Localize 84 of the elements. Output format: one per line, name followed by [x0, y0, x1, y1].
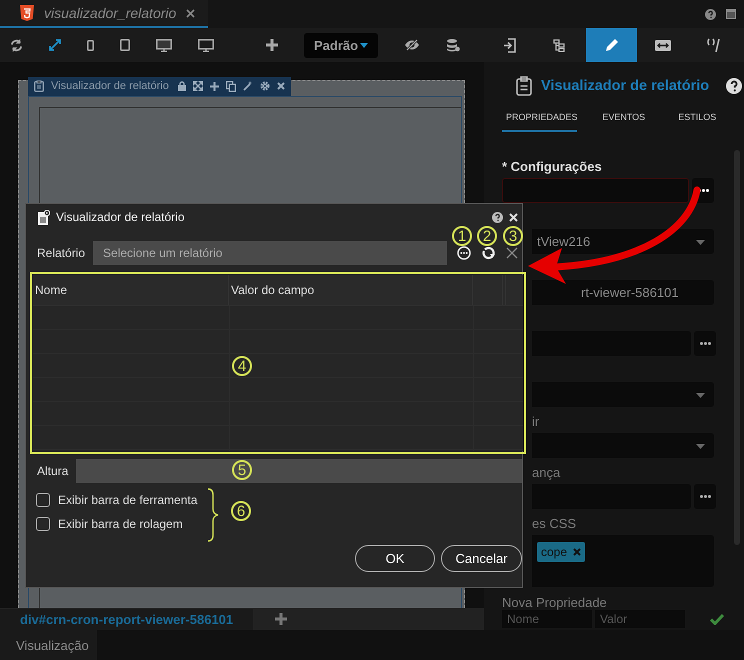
- input-field[interactable]: rt-viewer-586101: [532, 280, 714, 305]
- code-icon: [706, 38, 720, 52]
- field-label: ir: [532, 414, 540, 428]
- resize-icon: [654, 38, 672, 52]
- add-icon[interactable]: [275, 613, 288, 625]
- help-icon[interactable]: [726, 78, 742, 94]
- ok-button[interactable]: OK: [355, 545, 435, 572]
- more-icon: [700, 342, 710, 345]
- expand-icon[interactable]: [49, 39, 61, 51]
- close-icon[interactable]: [276, 82, 285, 90]
- desktop-icon[interactable]: [156, 38, 172, 52]
- caret-icon: [696, 444, 705, 449]
- close-icon[interactable]: [186, 8, 196, 18]
- pencil-icon: [604, 37, 620, 53]
- panel-title: Visualizador de relatório: [541, 78, 710, 94]
- lock-icon[interactable]: [178, 81, 186, 91]
- refresh-icon[interactable]: [10, 38, 23, 52]
- field-label: ança: [532, 464, 560, 480]
- caret-icon: [360, 42, 368, 48]
- value-field[interactable]: Valor: [595, 610, 685, 628]
- editor-tab[interactable]: visualizador_relatorio: [0, 0, 208, 28]
- report-field[interactable]: Selecione um relatório: [93, 240, 448, 264]
- report-icon: [38, 210, 50, 224]
- eye-slash-icon[interactable]: [404, 39, 420, 51]
- settings-icon[interactable]: [260, 81, 270, 91]
- view-mode-dropdown[interactable]: Padrão: [304, 32, 378, 58]
- monitor-icon[interactable]: [198, 38, 214, 52]
- edit-tab[interactable]: [586, 28, 637, 62]
- callout-number: 6: [231, 501, 251, 521]
- name-field[interactable]: Nome: [502, 610, 592, 628]
- more-button[interactable]: [694, 484, 716, 509]
- callout-number: 2: [477, 226, 497, 246]
- clear-icon[interactable]: [506, 246, 518, 258]
- select-field[interactable]: tView216: [532, 229, 714, 254]
- checkbox[interactable]: [36, 493, 50, 507]
- option-label: Exibir barra de ferramenta: [58, 493, 198, 507]
- properties-tab[interactable]: PROPRIEDADES: [502, 112, 577, 132]
- field-label: * Configurações: [502, 158, 602, 174]
- dialog-title: Visualizador de relatório: [56, 210, 185, 224]
- view-tab[interactable]: Visualização: [0, 630, 97, 660]
- cancel-button[interactable]: Cancelar: [441, 545, 522, 572]
- select-field[interactable]: [532, 433, 714, 458]
- column-header: Nome: [33, 275, 229, 305]
- properties-tab[interactable]: EVENTOS: [597, 112, 650, 132]
- clipboard-icon: [516, 76, 532, 96]
- select-field[interactable]: [532, 382, 714, 407]
- brace-annotation: [207, 488, 219, 542]
- fullscreen-icon[interactable]: [192, 81, 203, 91]
- height-label: Altura: [37, 464, 68, 478]
- help-icon[interactable]: [492, 212, 503, 222]
- more-icon: [698, 189, 708, 192]
- copy-icon[interactable]: [226, 80, 236, 92]
- checkbox[interactable]: [36, 517, 50, 531]
- add-icon[interactable]: [210, 82, 219, 90]
- properties-tab[interactable]: ESTILOS: [670, 112, 724, 132]
- add-icon[interactable]: [266, 39, 278, 51]
- breadcrumb-item[interactable]: div#crn-cron-report-viewer-586101: [0, 608, 254, 630]
- html5-icon: [20, 5, 34, 21]
- callout-number: 4: [232, 356, 252, 376]
- check-icon[interactable]: [710, 614, 724, 624]
- tablet-icon[interactable]: [120, 39, 130, 51]
- column-header: Valor do campo: [229, 275, 473, 305]
- caret-icon: [696, 240, 705, 245]
- component-title: Visualizador de relatório: [51, 80, 169, 92]
- magic-wand-icon[interactable]: [242, 81, 253, 91]
- field-label: Nova Propriedade: [502, 595, 608, 610]
- phone-icon[interactable]: [87, 40, 94, 50]
- option-label: Exibir barra de rolagem: [58, 517, 183, 531]
- field-label: es CSS: [532, 516, 576, 530]
- input-field[interactable]: [502, 178, 689, 203]
- database-icon[interactable]: [446, 38, 460, 52]
- tags-field[interactable]: cope: [532, 535, 714, 587]
- more-button[interactable]: [694, 331, 716, 356]
- clipboard-icon: [34, 80, 44, 92]
- caret-icon: [696, 393, 705, 398]
- callout-number: 5: [232, 460, 252, 480]
- exit-icon: [502, 38, 516, 52]
- more-icon[interactable]: [457, 246, 472, 260]
- callout-number: 1: [452, 226, 472, 246]
- report-label: Relatório: [37, 246, 86, 260]
- height-field[interactable]: [76, 459, 522, 483]
- css-class-tag[interactable]: cope: [537, 542, 586, 562]
- callout-number: 3: [503, 226, 523, 246]
- more-icon: [700, 495, 710, 498]
